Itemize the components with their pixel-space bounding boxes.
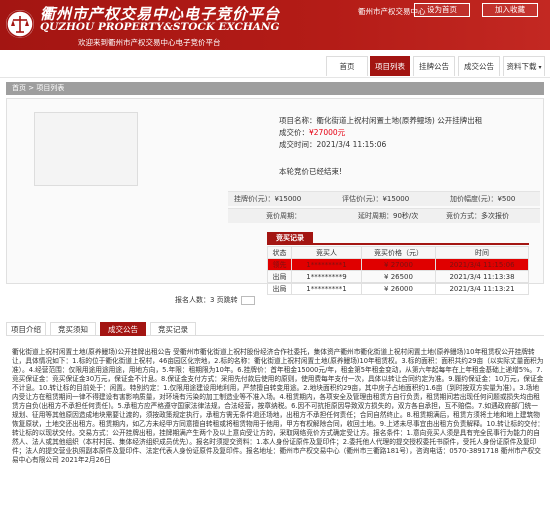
nav-item-deal-notices[interactable]: 成交公告 (458, 56, 500, 76)
deal-price: ¥27000元 (309, 128, 346, 137)
tab-deal-notice[interactable]: 成交公告 (100, 322, 146, 336)
deal-time-label: 成交时间： (279, 140, 317, 149)
bid-increment: 加价幅度(元)：¥500 (450, 192, 515, 207)
col-header-status: 状态 (267, 246, 292, 259)
stat-label: 延时周期： (358, 212, 393, 220)
row-time: 2021/3/4 11:15:06 (435, 258, 529, 271)
nav-item-project-list[interactable]: 项目列表 (370, 56, 410, 76)
col-header-price: 竞买价格（元） (361, 246, 436, 259)
nav-label: 资料下载 (506, 62, 537, 71)
table-row: 出局 1*********9 ¥ 26500 2021/3/4 11:13:38 (267, 270, 529, 283)
deal-price-line: 成交价：¥27000元 (279, 127, 345, 138)
appraisal-price: 评估价(元)：¥15000 (342, 192, 409, 207)
row-status: 出局 (267, 270, 292, 283)
chevron-down-icon: ▾ (538, 64, 542, 71)
detail-tabs: 项目介绍 竞买须知 成交公告 竞买记录 (6, 322, 544, 336)
row-price: ¥ 27000 (361, 258, 436, 271)
site-logo (6, 10, 34, 38)
page-jump-input[interactable] (240, 295, 255, 305)
row-status: 领先 (267, 258, 292, 271)
bid-records-table: 状态 竞买人 竞买价格（元） 时间 领先 1*********1 ¥ 27000… (267, 246, 529, 295)
project-name-line: 项目名称：衢化街道上祝村闲置土地(原养鳗场) 公开挂牌出租 (279, 115, 482, 126)
add-favorite-button[interactable]: 加入收藏 (482, 3, 538, 17)
row-price: ¥ 26000 (361, 282, 436, 295)
col-header-bidder: 竞买人 (291, 246, 362, 259)
stat-label: 挂牌价(元)： (234, 195, 275, 203)
row-price: ¥ 26500 (361, 270, 436, 283)
row-time: 2021/3/4 11:13:38 (435, 270, 529, 283)
site-header: 衢州市产权交易中心电子竞价平台 QUZHOU PROPERTY&STOCK EX… (0, 0, 550, 50)
stat-value: 90秒/次 (393, 212, 419, 220)
nav-label: 项目列表 (375, 62, 405, 71)
stat-label: 加价幅度(元)： (450, 195, 498, 203)
stat-label: 评估价(元)： (342, 195, 383, 203)
tab-project-intro[interactable]: 项目介绍 (6, 322, 46, 336)
deal-time-line: 成交时间：2021/3/4 11:15:06 (279, 139, 386, 150)
bid-records-divider (267, 243, 529, 245)
row-time: 2021/3/4 11:13:21 (435, 282, 529, 295)
row-status: 出局 (267, 282, 292, 295)
nav-item-listing-notices[interactable]: 挂牌公告 (413, 56, 455, 76)
auction-ended-notice: 本轮竞价已经结束! (279, 167, 343, 176)
row-bidder: 1*********9 (291, 270, 362, 283)
stat-value: ¥15000 (382, 195, 410, 203)
welcome-text: 欢迎来到衢州市产权交易中心电子竞价平台 (78, 38, 221, 47)
cycle-stats-row: 竞价周期： 延时周期：90秒/次 竞价方式：多次报价 (228, 208, 540, 223)
row-bidder: 1*********1 (291, 282, 362, 295)
notice-description: 衢化街道上祝村闲置土地(原养鳗场)公开挂牌出租公告 受衢州市衢化街道上祝村股份经… (12, 348, 544, 464)
nav-label: 成交公告 (464, 62, 494, 71)
stat-value: ¥15000 (274, 195, 302, 203)
main-nav: 首页 项目列表 挂牌公告 成交公告 资料下载 ▾ (0, 50, 550, 78)
deal-time: 2021/3/4 11:15:06 (316, 140, 387, 149)
project-image (34, 112, 138, 186)
listing-price: 挂牌价(元)：¥15000 (234, 192, 301, 207)
pager-text: 报名人数：3 页跳转 (175, 296, 238, 304)
deal-price-label: 成交价： (279, 128, 309, 137)
breadcrumb: 首页 > 项目列表 (6, 82, 544, 95)
project-name: 衢化街道上祝村闲置土地(原养鳗场) 公开挂牌出租 (316, 116, 483, 125)
records-pager: 报名人数：3 页跳转 (175, 295, 255, 305)
table-row: 出局 1*********1 ¥ 26000 2021/3/4 11:13:21 (267, 282, 529, 295)
nav-label: 挂牌公告 (419, 62, 449, 71)
col-header-time: 时间 (435, 246, 529, 259)
bid-cycle: 竞价周期： (266, 209, 301, 224)
site-subtitle: QUZHOU PROPERTY&STOCK EXCHANG (40, 21, 280, 33)
table-header-row: 状态 竞买人 竞买价格（元） 时间 (267, 246, 529, 259)
row-bidder: 1*********1 (291, 258, 362, 271)
stat-value: ¥500 (497, 195, 516, 203)
stat-label: 竞价方式： (446, 212, 481, 220)
nav-item-home[interactable]: 首页 (326, 56, 368, 76)
extension-cycle: 延时周期：90秒/次 (358, 209, 418, 224)
price-stats-row: 挂牌价(元)：¥15000 评估价(元)：¥15000 加价幅度(元)：¥500 (228, 191, 540, 206)
nav-label: 首页 (339, 62, 355, 71)
tab-bid-records[interactable]: 竞买记录 (150, 322, 196, 336)
nav-item-downloads[interactable]: 资料下载 ▾ (503, 56, 545, 76)
tab-bid-rules[interactable]: 竞买须知 (50, 322, 96, 336)
stat-label: 竞价周期： (266, 212, 301, 220)
table-row: 领先 1*********1 ¥ 27000 2021/3/4 11:15:06 (267, 258, 529, 271)
bid-method: 竞价方式：多次报价 (446, 209, 509, 224)
set-homepage-button[interactable]: 设为首页 (414, 3, 470, 17)
project-name-label: 项目名称： (279, 116, 317, 125)
stat-value: 多次报价 (481, 212, 509, 220)
